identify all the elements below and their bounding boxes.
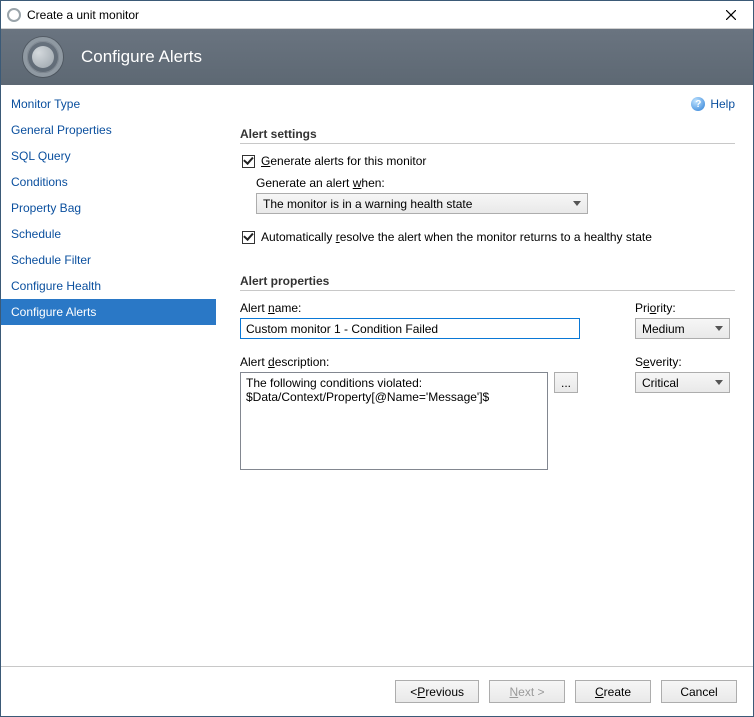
generate-when-select[interactable]: The monitor is in a warning health state — [256, 193, 588, 214]
app-icon — [7, 8, 21, 22]
page-banner: Configure Alerts — [1, 29, 753, 85]
autoresolve-row: Automatically resolve the alert when the… — [242, 230, 735, 244]
sidebar-item-schedule[interactable]: Schedule — [1, 221, 216, 247]
sidebar-item-conditions[interactable]: Conditions — [1, 169, 216, 195]
autoresolve-label: Automatically resolve the alert when the… — [261, 230, 652, 244]
priority-label: Priority: — [635, 301, 735, 315]
sidebar-item-monitor-type[interactable]: Monitor Type — [1, 91, 216, 117]
help-link[interactable]: ? Help — [691, 97, 735, 111]
titlebar: Create a unit monitor — [1, 1, 753, 29]
chevron-down-icon — [573, 201, 581, 206]
create-button[interactable]: Create — [575, 680, 651, 703]
chevron-down-icon — [715, 326, 723, 331]
banner-title: Configure Alerts — [81, 47, 202, 67]
severity-select[interactable]: Critical — [635, 372, 730, 393]
alert-name-label: Alert name: — [240, 301, 580, 315]
previous-button[interactable]: < Previous — [395, 680, 479, 703]
autoresolve-checkbox[interactable] — [242, 231, 255, 244]
banner-icon — [23, 37, 63, 77]
alert-name-input[interactable] — [240, 318, 580, 339]
sidebar-item-schedule-filter[interactable]: Schedule Filter — [1, 247, 216, 273]
content: Monitor Type General Properties SQL Quer… — [1, 85, 753, 666]
help-icon: ? — [691, 97, 705, 111]
severity-label: Severity: — [635, 355, 735, 369]
description-browse-button[interactable]: ... — [554, 372, 578, 393]
generate-when-label: Generate an alert when: — [256, 176, 735, 190]
sidebar-item-configure-health[interactable]: Configure Health — [1, 273, 216, 299]
generate-alerts-checkbox[interactable] — [242, 155, 255, 168]
window-title: Create a unit monitor — [27, 8, 709, 22]
generate-alerts-label: Generate alerts for this monitor — [261, 154, 426, 168]
generate-alerts-row: Generate alerts for this monitor — [242, 154, 735, 168]
close-button[interactable] — [709, 1, 753, 28]
section-alert-settings: Alert settings — [240, 127, 735, 144]
severity-value: Critical — [642, 376, 679, 390]
chevron-down-icon — [715, 380, 723, 385]
wizard-sidebar: Monitor Type General Properties SQL Quer… — [1, 85, 216, 666]
cancel-button[interactable]: Cancel — [661, 680, 737, 703]
sidebar-item-configure-alerts[interactable]: Configure Alerts — [1, 299, 216, 325]
close-icon — [726, 10, 736, 20]
sidebar-item-property-bag[interactable]: Property Bag — [1, 195, 216, 221]
alert-description-textarea[interactable]: The following conditions violated: $Data… — [240, 372, 548, 470]
alert-description-label: Alert description: — [240, 355, 580, 369]
sidebar-item-general-properties[interactable]: General Properties — [1, 117, 216, 143]
help-label: Help — [710, 97, 735, 111]
priority-value: Medium — [642, 322, 685, 336]
next-button: Next > — [489, 680, 565, 703]
generate-when-value: The monitor is in a warning health state — [263, 197, 472, 211]
wizard-footer: < Previous Next > Create Cancel — [1, 666, 753, 716]
section-alert-properties: Alert properties — [240, 274, 735, 291]
priority-select[interactable]: Medium — [635, 318, 730, 339]
sidebar-item-sql-query[interactable]: SQL Query — [1, 143, 216, 169]
main-panel: ? Help Alert settings Generate alerts fo… — [216, 85, 753, 666]
